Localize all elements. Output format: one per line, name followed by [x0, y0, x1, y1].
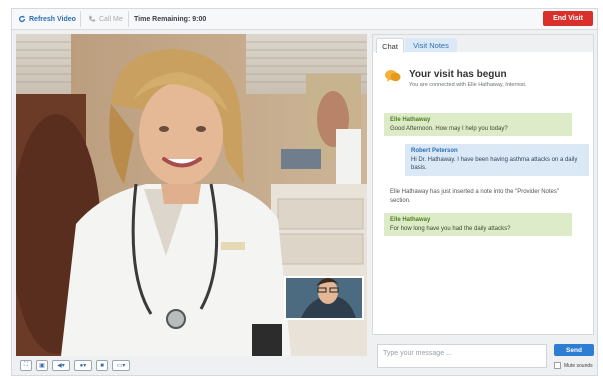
message-text: For how long have you had the daily atta… — [390, 225, 511, 232]
chat-message: Robert Peterson Hi Dr. Hathaway. I have … — [405, 144, 589, 176]
message-input[interactable]: Type your message ... — [377, 344, 547, 368]
chat-panel: Chat Visit Notes Your visit has begun Yo… — [372, 34, 594, 335]
screen-share-icon: ▭▾ — [116, 363, 126, 369]
end-visit-button[interactable]: End Visit — [543, 11, 593, 26]
mute-sounds-label: Mute sounds — [564, 362, 593, 369]
video-feed — [16, 34, 367, 356]
speaker-icon: ◀▾ — [57, 363, 65, 369]
doctor-video-image — [16, 34, 367, 356]
visit-title: Your visit has begun — [409, 69, 507, 80]
message-text: Hi Dr. Hathaway. I have been having asth… — [411, 156, 578, 172]
divider — [128, 11, 129, 27]
time-remaining: Time Remaining: 9:00 — [134, 15, 207, 23]
popout-button[interactable]: ▣ — [36, 360, 48, 371]
refresh-icon — [18, 15, 26, 23]
microphone-icon: ●▾ — [79, 363, 87, 369]
screen-share-button[interactable]: ▭▾ — [112, 360, 130, 371]
video-toolbar: ⛶ ▣ ◀▾ ●▾ ■ ▭▾ — [16, 358, 367, 373]
message-text: Good Afternoon. How may I help you today… — [390, 125, 508, 132]
message-sender: Robert Peterson — [411, 148, 458, 154]
visit-subtitle: You are connected with Elle Hathaway, In… — [409, 82, 527, 88]
divider — [80, 11, 81, 27]
refresh-video-label: Refresh Video — [29, 15, 76, 23]
popout-icon: ▣ — [39, 363, 45, 369]
speaker-button[interactable]: ◀▾ — [52, 360, 70, 371]
chat-bubbles-icon — [385, 70, 401, 82]
fullscreen-icon: ⛶ — [23, 362, 29, 368]
top-bar: Refresh Video Call Me Time Remaining: 9:… — [12, 9, 597, 30]
chat-message: Elle Hathaway For how long have you had … — [384, 213, 572, 236]
message-composer: Type your message ... Send Mute sounds — [372, 340, 594, 373]
message-sender: Elle Hathaway — [390, 217, 431, 223]
tab-visit-notes[interactable]: Visit Notes — [405, 38, 457, 52]
call-me-button[interactable]: Call Me — [88, 9, 123, 29]
send-button[interactable]: Send — [554, 344, 594, 356]
mute-checkbox[interactable] — [554, 362, 561, 369]
camera-button[interactable]: ■ — [96, 360, 108, 371]
message-sender: Elle Hathaway — [390, 117, 431, 123]
tab-bar: Chat Visit Notes — [373, 35, 593, 53]
mute-sounds-toggle[interactable]: Mute sounds — [554, 362, 593, 369]
fullscreen-button[interactable]: ⛶ — [20, 360, 32, 371]
system-message: Elle Hathaway has just inserted a note i… — [390, 189, 560, 204]
microphone-button[interactable]: ●▾ — [74, 360, 92, 371]
camera-icon: ■ — [100, 362, 104, 369]
refresh-video-button[interactable]: Refresh Video — [18, 9, 76, 29]
visit-window: Refresh Video Call Me Time Remaining: 9:… — [11, 8, 598, 376]
phone-icon — [89, 15, 96, 22]
tab-chat[interactable]: Chat — [376, 38, 404, 53]
chat-message: Elle Hathaway Good Afternoon. How may I … — [384, 113, 572, 136]
call-me-label: Call Me — [99, 15, 123, 23]
